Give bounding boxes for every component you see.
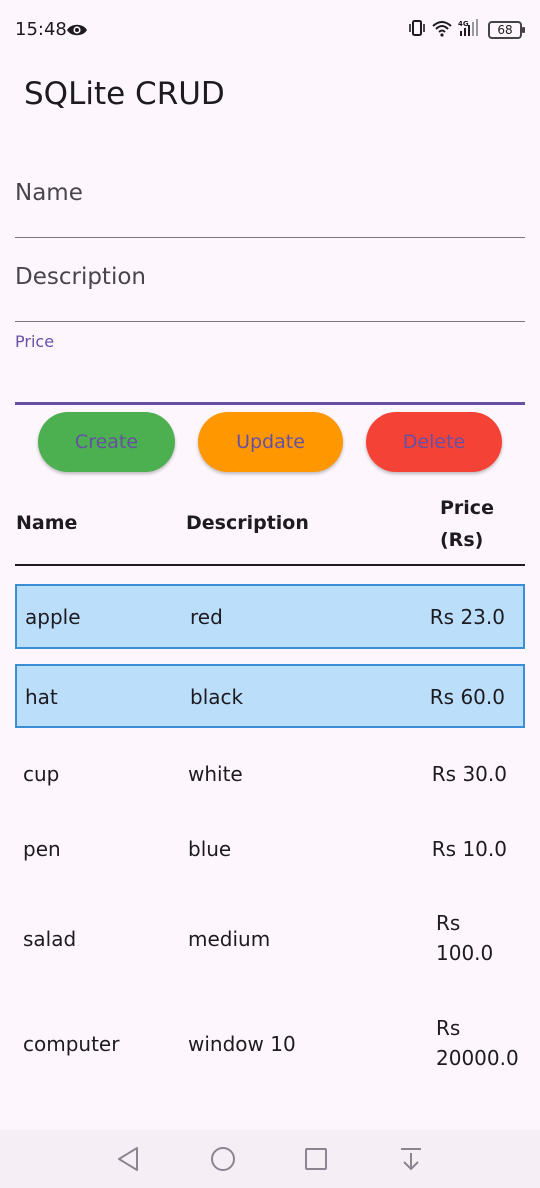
row-price: Rs 20000.0: [436, 1013, 526, 1073]
update-button[interactable]: Update: [198, 412, 343, 472]
row-description: black: [190, 685, 244, 709]
back-triangle-icon[interactable]: [116, 1145, 140, 1177]
name-field[interactable]: Name: [15, 160, 525, 238]
column-header-price-line1: Price: [440, 497, 494, 519]
price-field[interactable]: Price: [15, 326, 525, 405]
status-icons: 4G 68: [408, 19, 525, 41]
app-title: SQLite CRUD: [24, 76, 225, 112]
recents-square-icon[interactable]: [303, 1145, 329, 1177]
row-description: medium: [188, 927, 271, 951]
row-price: Rs 100.0: [436, 908, 526, 968]
table-row[interactable]: apple red Rs 23.0: [15, 584, 525, 649]
column-header-name: Name: [16, 512, 78, 534]
row-price: Rs 23.0: [429, 605, 505, 629]
signal-icon: 4G: [458, 19, 482, 41]
row-description: red: [190, 605, 223, 629]
column-header-price: Price (Rs): [440, 492, 520, 556]
eye-icon: [66, 22, 88, 42]
wifi-icon: [432, 19, 452, 41]
vibrate-icon: [408, 19, 426, 41]
row-name: salad: [23, 927, 77, 951]
app-screen: 15:48 4G 68 SQLite CRUD Name Description…: [0, 0, 540, 1188]
description-field[interactable]: Description: [15, 244, 525, 322]
name-input[interactable]: [15, 199, 525, 233]
column-header-description: Description: [186, 512, 309, 534]
down-arrow-icon[interactable]: [398, 1145, 424, 1177]
row-description: blue: [188, 837, 232, 861]
row-price: Rs 60.0: [429, 685, 505, 709]
row-name: pen: [23, 837, 61, 861]
delete-button[interactable]: Delete: [366, 412, 502, 472]
battery-indicator: 68: [488, 21, 525, 39]
row-description: white: [188, 762, 243, 786]
row-name: hat: [25, 685, 58, 709]
price-field-label: Price: [15, 332, 55, 351]
table-row[interactable]: cup white Rs 30.0: [15, 745, 525, 805]
column-header-price-line2: (Rs): [440, 529, 484, 551]
row-price: Rs 30.0: [431, 762, 507, 786]
table-row[interactable]: computer window 10 Rs 20000.0: [15, 1005, 525, 1085]
system-navigation-bar: [0, 1130, 540, 1188]
table-row[interactable]: salad medium Rs 100.0: [15, 900, 525, 980]
row-name: apple: [25, 605, 81, 629]
home-circle-icon[interactable]: [209, 1145, 237, 1177]
row-price-line1: Rs: [436, 911, 461, 935]
table-row[interactable]: hat black Rs 60.0: [15, 664, 525, 728]
description-input[interactable]: [15, 283, 525, 317]
table-row[interactable]: pen blue Rs 10.0: [15, 820, 525, 880]
row-price-line2: 20000.0: [436, 1046, 519, 1070]
row-name: cup: [23, 762, 60, 786]
price-input[interactable]: [15, 364, 525, 398]
row-price-line2: 100.0: [436, 941, 494, 965]
network-type: 4G: [458, 20, 469, 28]
status-bar: 15:48 4G 68: [0, 0, 540, 60]
row-price: Rs 10.0: [431, 837, 507, 861]
row-description: window 10: [188, 1032, 296, 1056]
table-header-divider: [15, 564, 525, 566]
status-time: 15:48: [15, 19, 67, 40]
row-name: computer: [23, 1032, 120, 1056]
create-button[interactable]: Create: [38, 412, 175, 472]
row-price-line1: Rs: [436, 1016, 461, 1040]
